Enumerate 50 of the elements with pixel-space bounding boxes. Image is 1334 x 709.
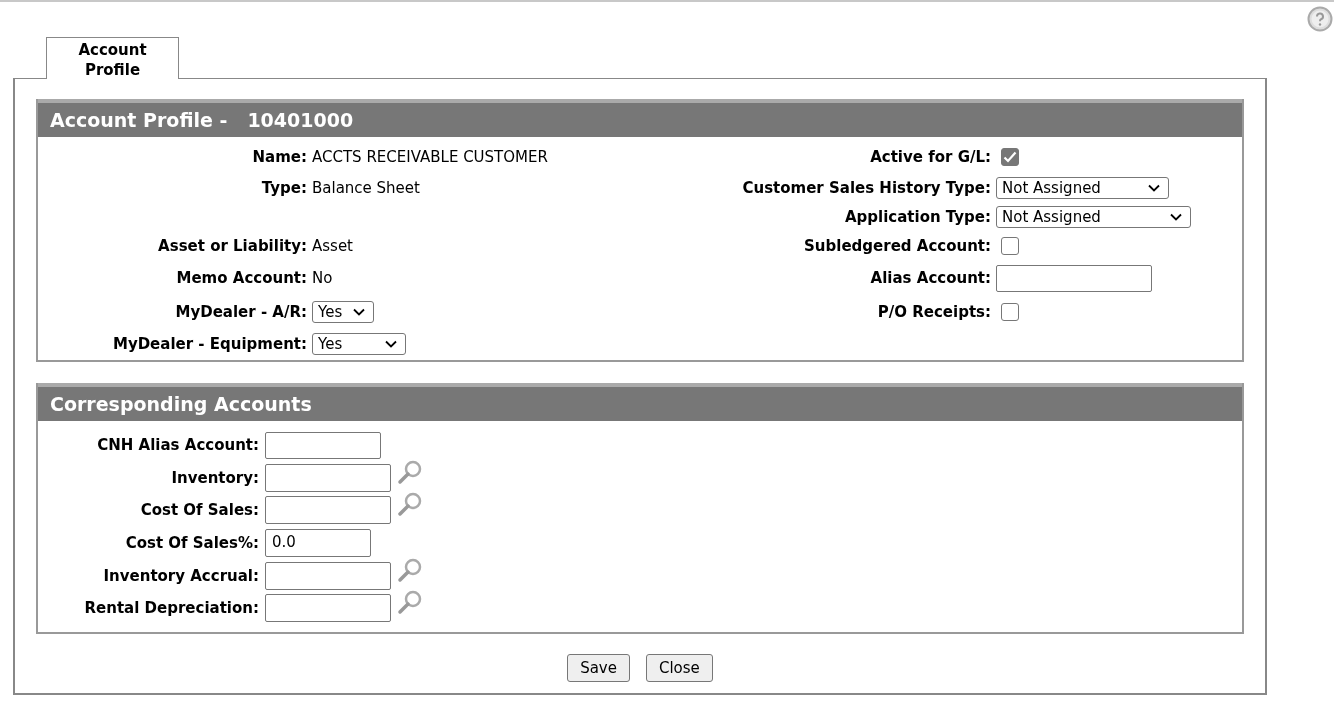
- field-value: Balance Sheet: [312, 178, 420, 197]
- field-label: Name:: [251, 147, 307, 166]
- input-field[interactable]: [265, 431, 381, 459]
- checkbox[interactable]: [1001, 302, 1019, 321]
- input-field[interactable]: [996, 264, 1152, 292]
- field-value: Asset: [312, 236, 353, 255]
- search-icon[interactable]: [397, 556, 423, 583]
- section-title: Corresponding Accounts: [50, 393, 312, 415]
- action-button[interactable]: Close: [645, 653, 713, 682]
- field-label: Subledgered Account:: [803, 236, 991, 255]
- field-label: Inventory Accrual:: [102, 566, 259, 585]
- tab[interactable]: Account Profile: [46, 37, 179, 79]
- dropdown[interactable]: Not Assigned: [996, 176, 1169, 199]
- field-label: Active for G/L:: [869, 147, 991, 166]
- field-label: Asset or Liability:: [157, 236, 307, 255]
- field-label: MyDealer - A/R:: [174, 302, 307, 321]
- field-label: Type:: [260, 178, 307, 197]
- search-icon[interactable]: [397, 589, 423, 616]
- field-value: ACCTS RECEIVABLE CUSTOMER: [312, 147, 548, 166]
- field-label: Alias Account:: [869, 269, 991, 287]
- dropdown[interactable]: Yes: [312, 332, 406, 355]
- section-title: Account Profile -: [50, 109, 228, 131]
- input-field[interactable]: [265, 463, 391, 492]
- dropdown[interactable]: Not Assigned: [996, 205, 1191, 228]
- field-label: Inventory:: [170, 468, 259, 487]
- account-number: 10401000: [247, 109, 354, 131]
- caret-icon: [353, 307, 365, 316]
- field-label: Rental Depreciation:: [83, 599, 259, 618]
- field-label: Customer Sales History Type:: [741, 178, 991, 197]
- input-field[interactable]: [265, 561, 391, 590]
- input-field[interactable]: [265, 594, 391, 623]
- checkbox[interactable]: [1001, 236, 1019, 255]
- input-field[interactable]: [265, 496, 391, 525]
- search-icon[interactable]: [397, 458, 423, 485]
- caret-icon: [385, 339, 397, 348]
- help-icon[interactable]: [1307, 6, 1333, 32]
- field-label: P/O Receipts:: [876, 302, 991, 321]
- field-label: Cost Of Sales%:: [124, 534, 259, 553]
- input-field[interactable]: 0.0: [265, 529, 371, 558]
- dropdown[interactable]: Yes: [312, 300, 374, 323]
- field-label: CNH Alias Account:: [96, 436, 259, 455]
- field-label: Application Type:: [843, 207, 991, 226]
- field-value: No: [312, 269, 333, 287]
- field-label: Cost Of Sales:: [139, 501, 259, 520]
- field-label: MyDealer - Equipment:: [111, 334, 307, 353]
- caret-icon: [1148, 183, 1160, 192]
- field-label: Memo Account:: [175, 269, 307, 287]
- search-icon[interactable]: [397, 491, 423, 518]
- caret-icon: [1170, 212, 1182, 221]
- action-button[interactable]: Save: [567, 653, 630, 682]
